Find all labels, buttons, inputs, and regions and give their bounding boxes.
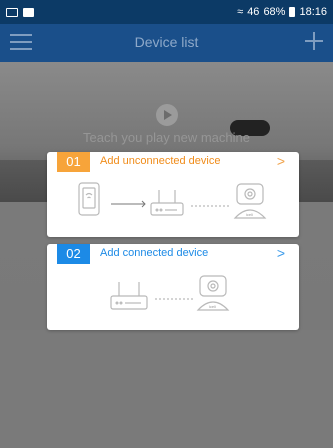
clock: 18:16 (299, 6, 327, 18)
svg-text:iceli: iceli (246, 212, 253, 217)
router-icon (150, 190, 184, 216)
add-device-button[interactable] (303, 30, 325, 52)
battery-icon (289, 7, 296, 17)
camera-icon: iceli (196, 275, 230, 311)
chevron-right-icon: > (276, 245, 285, 261)
page-title: Device list (134, 34, 199, 50)
status-right: ≈ 46 68% 18:16 (237, 6, 327, 18)
status-bar: ≈ 46 68% 18:16 (0, 0, 333, 24)
camera-icon: iceli (233, 183, 267, 219)
card-header: 02 Add connected device > (47, 244, 299, 264)
wifi-icon: ≈ (237, 6, 244, 18)
status-left (6, 7, 34, 17)
step-number-badge: 02 (57, 244, 90, 264)
add-connected-device-card[interactable]: 02 Add connected device > iceli (47, 244, 299, 330)
add-unconnected-device-card[interactable]: 01 Add unconnected device > iceli (47, 152, 299, 237)
empty-area (0, 330, 333, 448)
gallery-icon (6, 7, 18, 17)
card-title: Add connected device (100, 247, 209, 259)
card-header: 01 Add unconnected device > (47, 152, 299, 172)
step-number-badge: 01 (57, 152, 90, 172)
battery-percent: 68% (263, 6, 286, 18)
signal-label: 46 (247, 6, 260, 18)
play-icon[interactable] (156, 104, 178, 126)
svg-text:iceli: iceli (209, 304, 216, 309)
app-bar: Device list (0, 24, 333, 62)
message-icon (23, 7, 34, 17)
card-title: Add unconnected device (100, 155, 221, 167)
banner-text: Teach you play new machine (83, 130, 250, 145)
unconnected-setup-illustration: iceli (78, 182, 267, 219)
router-icon (110, 282, 148, 310)
arrow-icon (111, 200, 146, 208)
card-illustration: iceli (47, 174, 299, 234)
connected-setup-illustration: iceli (110, 275, 230, 311)
plug-icon (78, 182, 100, 216)
chevron-right-icon: > (276, 153, 285, 169)
card-illustration: iceli (47, 266, 299, 326)
